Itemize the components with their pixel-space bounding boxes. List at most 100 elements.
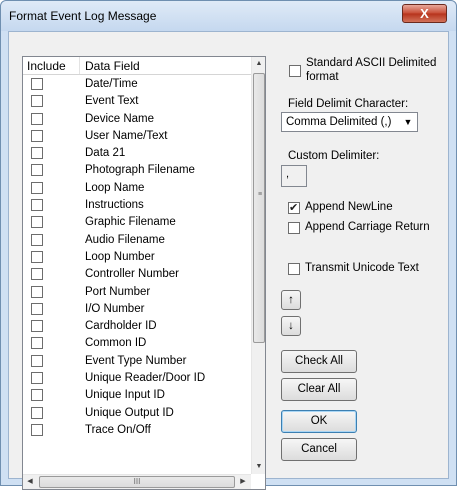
field-delimit-label: Field Delimit Character: — [288, 98, 409, 110]
include-checkbox[interactable] — [31, 164, 43, 177]
include-checkbox[interactable] — [31, 354, 43, 367]
check-all-button[interactable]: Check All — [281, 350, 357, 373]
custom-delimiter-label: Custom Delimiter: — [288, 150, 380, 162]
data-field-label: Cardholder ID — [85, 320, 157, 333]
data-field-label: Graphic Filename — [85, 216, 176, 229]
cancel-button[interactable]: Cancel — [281, 438, 357, 461]
scroll-left-icon[interactable]: ◀ — [23, 475, 37, 489]
list-header: Include Data Field — [23, 57, 251, 75]
list-item[interactable]: Event Type Number — [23, 353, 251, 370]
include-checkbox[interactable] — [31, 233, 43, 246]
include-checkbox[interactable] — [31, 320, 43, 333]
list-item[interactable]: Unique Input ID — [23, 387, 251, 404]
move-down-button[interactable]: ↓ — [281, 316, 301, 336]
data-field-label: Unique Reader/Door ID — [85, 372, 206, 385]
include-checkbox[interactable] — [31, 216, 43, 229]
include-checkbox[interactable] — [31, 112, 43, 125]
include-checkbox[interactable] — [31, 78, 43, 90]
custom-delimiter-field[interactable]: , — [281, 165, 307, 187]
include-checkbox[interactable] — [31, 406, 43, 419]
vertical-scroll-thumb[interactable]: ≡ — [253, 73, 265, 343]
include-checkbox[interactable] — [31, 181, 43, 194]
list-item[interactable]: Instructions — [23, 197, 251, 214]
scroll-right-icon[interactable]: ▶ — [236, 475, 250, 489]
data-field-label: Loop Name — [85, 181, 145, 194]
list-item[interactable]: Graphic Filename — [23, 214, 251, 231]
dialog-title: Format Event Log Message — [9, 9, 157, 23]
include-checkbox[interactable] — [31, 147, 43, 160]
horizontal-scrollbar[interactable]: ◀ III ▶ — [23, 474, 251, 489]
append-newline-checkbox[interactable] — [288, 201, 300, 214]
standard-ascii-label-line1: Standard ASCII Delimited — [306, 57, 437, 69]
scroll-down-icon[interactable]: ▼ — [252, 460, 266, 474]
include-checkbox[interactable] — [31, 337, 43, 350]
append-newline-label: Append NewLine — [305, 201, 393, 213]
format-event-log-dialog: Format Event Log Message X Include Data … — [0, 0, 457, 490]
list-item[interactable]: Loop Name — [23, 180, 251, 197]
list-item[interactable]: Unique Output ID — [23, 405, 251, 422]
include-checkbox[interactable] — [31, 268, 43, 281]
list-item[interactable]: I/O Number — [23, 301, 251, 318]
include-checkbox[interactable] — [31, 199, 43, 212]
field-delimit-value: Comma Delimited (,) — [286, 116, 392, 128]
close-icon: X — [420, 6, 429, 21]
vertical-scrollbar[interactable]: ▲ ≡ ▼ — [251, 57, 265, 474]
field-delimit-select[interactable]: Comma Delimited (,) ▼ — [281, 112, 418, 132]
standard-ascii-label-line2: format — [306, 71, 339, 83]
list-item[interactable]: Controller Number — [23, 266, 251, 283]
column-divider[interactable] — [79, 57, 80, 74]
list-item[interactable]: Audio Filename — [23, 232, 251, 249]
list-item[interactable]: User Name/Text — [23, 128, 251, 145]
standard-ascii-checkbox[interactable] — [289, 65, 301, 77]
arrow-down-icon: ↓ — [288, 320, 294, 332]
data-field-label: Unique Output ID — [85, 406, 174, 419]
scroll-up-icon[interactable]: ▲ — [252, 57, 266, 71]
include-checkbox[interactable] — [31, 250, 43, 263]
include-checkbox[interactable] — [31, 372, 43, 385]
data-field-label: Controller Number — [85, 268, 179, 281]
data-field-label: Unique Input ID — [85, 389, 165, 402]
data-field-label: Trace On/Off — [85, 423, 151, 436]
list-rows: Date/Time Event Text Device Name User Name/… — [23, 76, 251, 474]
include-checkbox[interactable] — [31, 285, 43, 298]
list-item[interactable]: Device Name — [23, 111, 251, 128]
custom-delimiter-value: , — [286, 168, 290, 180]
transmit-unicode-checkbox[interactable] — [288, 263, 300, 275]
scroll-grip-icon: ≡ — [258, 191, 263, 198]
include-checkbox[interactable] — [31, 423, 43, 436]
data-field-label: Event Type Number — [85, 354, 187, 367]
close-button[interactable]: X — [402, 4, 447, 23]
list-item[interactable]: Loop Number — [23, 249, 251, 266]
list-item[interactable]: Event Text — [23, 93, 251, 110]
append-carriage-return-checkbox[interactable] — [288, 222, 300, 234]
title-bar[interactable]: Format Event Log Message X — [1, 1, 456, 31]
horizontal-scroll-thumb[interactable]: III — [39, 476, 235, 488]
column-header-include[interactable]: Include — [27, 59, 66, 73]
list-item[interactable]: Port Number — [23, 284, 251, 301]
list-item[interactable]: Trace On/Off — [23, 422, 251, 439]
list-item[interactable]: Data 21 — [23, 145, 251, 162]
include-checkbox[interactable] — [31, 95, 43, 108]
move-up-button[interactable]: ↑ — [281, 290, 301, 310]
data-field-label: User Name/Text — [85, 129, 168, 142]
list-item[interactable]: Unique Reader/Door ID — [23, 370, 251, 387]
list-item[interactable]: Common ID — [23, 335, 251, 352]
clear-all-button[interactable]: Clear All — [281, 378, 357, 401]
append-carriage-return-label: Append Carriage Return — [305, 221, 430, 233]
chevron-down-icon[interactable]: ▼ — [400, 114, 416, 130]
data-field-label: Date/Time — [85, 78, 138, 90]
include-checkbox[interactable] — [31, 302, 43, 315]
data-field-label: I/O Number — [85, 302, 145, 315]
data-field-label: Audio Filename — [85, 233, 165, 246]
dialog-client-area: Include Data Field Date/Time Event Text De… — [8, 31, 449, 490]
column-header-data-field[interactable]: Data Field — [85, 59, 140, 73]
arrow-up-icon: ↑ — [288, 294, 294, 306]
list-item[interactable]: Cardholder ID — [23, 318, 251, 335]
include-checkbox[interactable] — [31, 389, 43, 402]
include-checkbox[interactable] — [31, 129, 43, 142]
data-field-label: Instructions — [85, 199, 144, 212]
list-item[interactable]: Photograph Filename — [23, 162, 251, 179]
list-item[interactable]: Date/Time — [23, 76, 251, 93]
ok-button[interactable]: OK — [281, 410, 357, 433]
data-field-list[interactable]: Include Data Field Date/Time Event Text De… — [22, 56, 266, 490]
